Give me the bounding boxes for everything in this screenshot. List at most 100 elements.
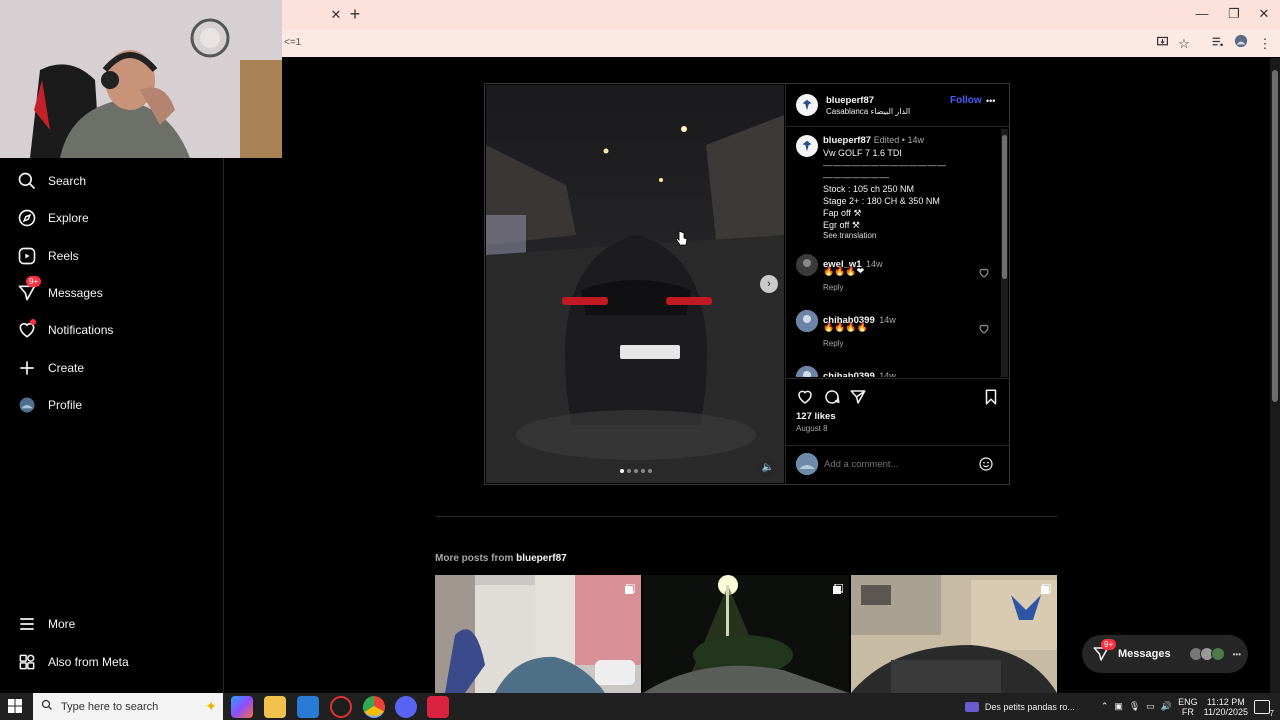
caption-header: blueperf87 Edited • 14w xyxy=(823,135,924,146)
language-indicator[interactable]: ENG FR xyxy=(1178,697,1198,717)
caption-username[interactable]: blueperf87 xyxy=(823,135,871,146)
messages-pill-label: Messages xyxy=(1118,648,1171,660)
carousel-dot xyxy=(648,469,652,473)
nav-item-search[interactable]: Search xyxy=(12,166,212,196)
share-icon[interactable] xyxy=(849,388,867,411)
chrome-app-icon[interactable] xyxy=(363,696,385,718)
save-icon[interactable] xyxy=(982,388,1000,411)
my-avatar xyxy=(796,453,818,475)
meta-apps-icon xyxy=(16,651,38,673)
mouse-cursor xyxy=(675,230,688,251)
media-control-icon[interactable] xyxy=(1207,34,1227,54)
compass-icon xyxy=(16,207,38,229)
volume-icon[interactable]: 🔊 xyxy=(1161,701,1172,712)
tab-close-button[interactable]: ✕ xyxy=(328,7,344,23)
scrollbar-thumb[interactable] xyxy=(1002,135,1007,279)
profile-avatar-icon[interactable] xyxy=(1231,34,1251,54)
see-translation-link[interactable]: See translation xyxy=(823,231,876,240)
post-media-video[interactable]: › 🔈 xyxy=(486,85,784,483)
nav-item-create[interactable]: Create xyxy=(12,353,212,383)
page-scrollbar[interactable] xyxy=(1270,58,1280,693)
caption-author-avatar[interactable] xyxy=(796,135,818,157)
more-post-thumbnail[interactable] xyxy=(643,575,849,693)
bookmark-star-icon[interactable]: ☆ xyxy=(1174,34,1194,54)
comment-username[interactable]: chihab0399 xyxy=(823,371,875,377)
copilot-app-icon[interactable] xyxy=(231,696,253,718)
search-icon xyxy=(41,699,53,714)
nav-item-reels[interactable]: Reels xyxy=(12,241,212,271)
window-close-button[interactable]: ✕ xyxy=(1248,4,1280,24)
comments-list: blueperf87 Edited • 14w Vw GOLF 7 1.6 TD… xyxy=(786,127,1000,377)
commenter-avatar[interactable] xyxy=(796,254,818,276)
messages-badge: 9+ xyxy=(26,276,42,287)
likes-count[interactable]: 127 likes xyxy=(796,411,836,422)
more-options-icon[interactable]: ••• xyxy=(986,96,995,106)
new-tab-button[interactable]: + xyxy=(346,5,364,23)
add-comment-input[interactable] xyxy=(824,456,974,472)
nav-item-explore[interactable]: Explore xyxy=(12,203,212,233)
more-posts-username[interactable]: blueperf87 xyxy=(516,553,567,564)
messages-floating-button[interactable]: 9+ Messages ••• xyxy=(1082,635,1248,673)
reply-button[interactable]: Reply xyxy=(823,283,843,292)
nav-label: Create xyxy=(48,361,85,375)
nav-item-messages[interactable]: 9+ Messages xyxy=(12,276,212,308)
chevron-up-icon[interactable]: ⌃ xyxy=(1101,701,1109,712)
tray-app-icon[interactable]: ▣ xyxy=(1114,701,1123,712)
url-text[interactable]: <=1 xyxy=(284,37,301,48)
comment-text: 🔥🔥🔥🔥 xyxy=(823,322,868,332)
install-app-icon[interactable] xyxy=(1152,34,1172,54)
author-username[interactable]: blueperf87 xyxy=(826,95,874,106)
commenter-avatar[interactable] xyxy=(796,366,818,377)
nav-label: Explore xyxy=(48,211,89,225)
like-comment-icon[interactable] xyxy=(978,322,990,340)
clock[interactable]: 11:12 PM 11/20/2025 xyxy=(1204,697,1248,717)
more-post-thumbnail[interactable] xyxy=(435,575,641,693)
comment-text: 🔥🔥🔥❤ xyxy=(823,266,865,276)
file-explorer-icon[interactable] xyxy=(264,696,286,718)
microphone-icon[interactable]: 🎙 xyxy=(1129,701,1140,712)
like-icon[interactable] xyxy=(796,388,814,411)
comment-age: 14w xyxy=(879,315,896,325)
network-icon[interactable]: ▭ xyxy=(1146,701,1155,712)
browser-menu-icon[interactable]: ⋮ xyxy=(1255,34,1275,54)
nav-item-also-from-meta[interactable]: Also from Meta xyxy=(12,647,212,677)
post-location[interactable]: Casablanca الدار البيضاء xyxy=(826,107,910,116)
page-scrollbar-thumb[interactable] xyxy=(1272,70,1278,402)
store-app-icon[interactable] xyxy=(297,696,319,718)
recording-app-icon[interactable] xyxy=(330,696,352,718)
windows-start-icon[interactable] xyxy=(8,699,22,718)
taskbar-search-box[interactable]: Type here to search ✦ xyxy=(33,693,223,720)
messenger-icon: 9+ xyxy=(16,276,42,304)
address-bar[interactable]: <=1 ☆ ⋮ xyxy=(282,30,1280,57)
keyboard-layout: FR xyxy=(1181,706,1194,717)
discord-app-icon[interactable] xyxy=(395,696,417,718)
caption-line: Egr off ⚒ xyxy=(823,220,860,230)
comment-icon[interactable] xyxy=(823,388,841,411)
comment-age: 14w xyxy=(879,371,896,377)
nav-label: Messages xyxy=(48,286,103,300)
like-comment-icon[interactable] xyxy=(978,266,990,284)
author-avatar[interactable] xyxy=(796,94,818,116)
media-icon xyxy=(964,701,979,712)
nav-label: Notifications xyxy=(48,323,114,337)
vivaldi-app-icon[interactable] xyxy=(427,696,449,718)
follow-button[interactable]: Follow xyxy=(950,95,982,106)
minimize-button[interactable]: — xyxy=(1186,4,1218,24)
commenter-avatar[interactable] xyxy=(796,310,818,332)
restore-button[interactable]: ❐ xyxy=(1218,4,1250,24)
notification-center-icon[interactable]: 7 xyxy=(1254,699,1274,718)
now-playing-text[interactable]: Des petits pandas ro... xyxy=(985,702,1095,712)
comments-scrollbar[interactable] xyxy=(1001,129,1008,377)
more-post-thumbnail[interactable] xyxy=(851,575,1057,693)
search-icon xyxy=(16,170,38,192)
mute-toggle-button[interactable]: 🔈 xyxy=(759,459,777,477)
sidebar-nav: Search Explore Reels 9+ Messages Notific… xyxy=(0,158,224,693)
next-slide-button[interactable]: › xyxy=(760,275,778,293)
emoji-icon[interactable] xyxy=(978,456,994,477)
search-placeholder: Type here to search xyxy=(61,700,159,713)
nav-item-more[interactable]: More xyxy=(12,609,212,639)
reply-button[interactable]: Reply xyxy=(823,339,843,348)
nav-item-profile[interactable]: Profile xyxy=(12,390,212,420)
clock-date: 11/20/2025 xyxy=(1203,706,1248,717)
nav-item-notifications[interactable]: Notifications xyxy=(12,315,212,345)
